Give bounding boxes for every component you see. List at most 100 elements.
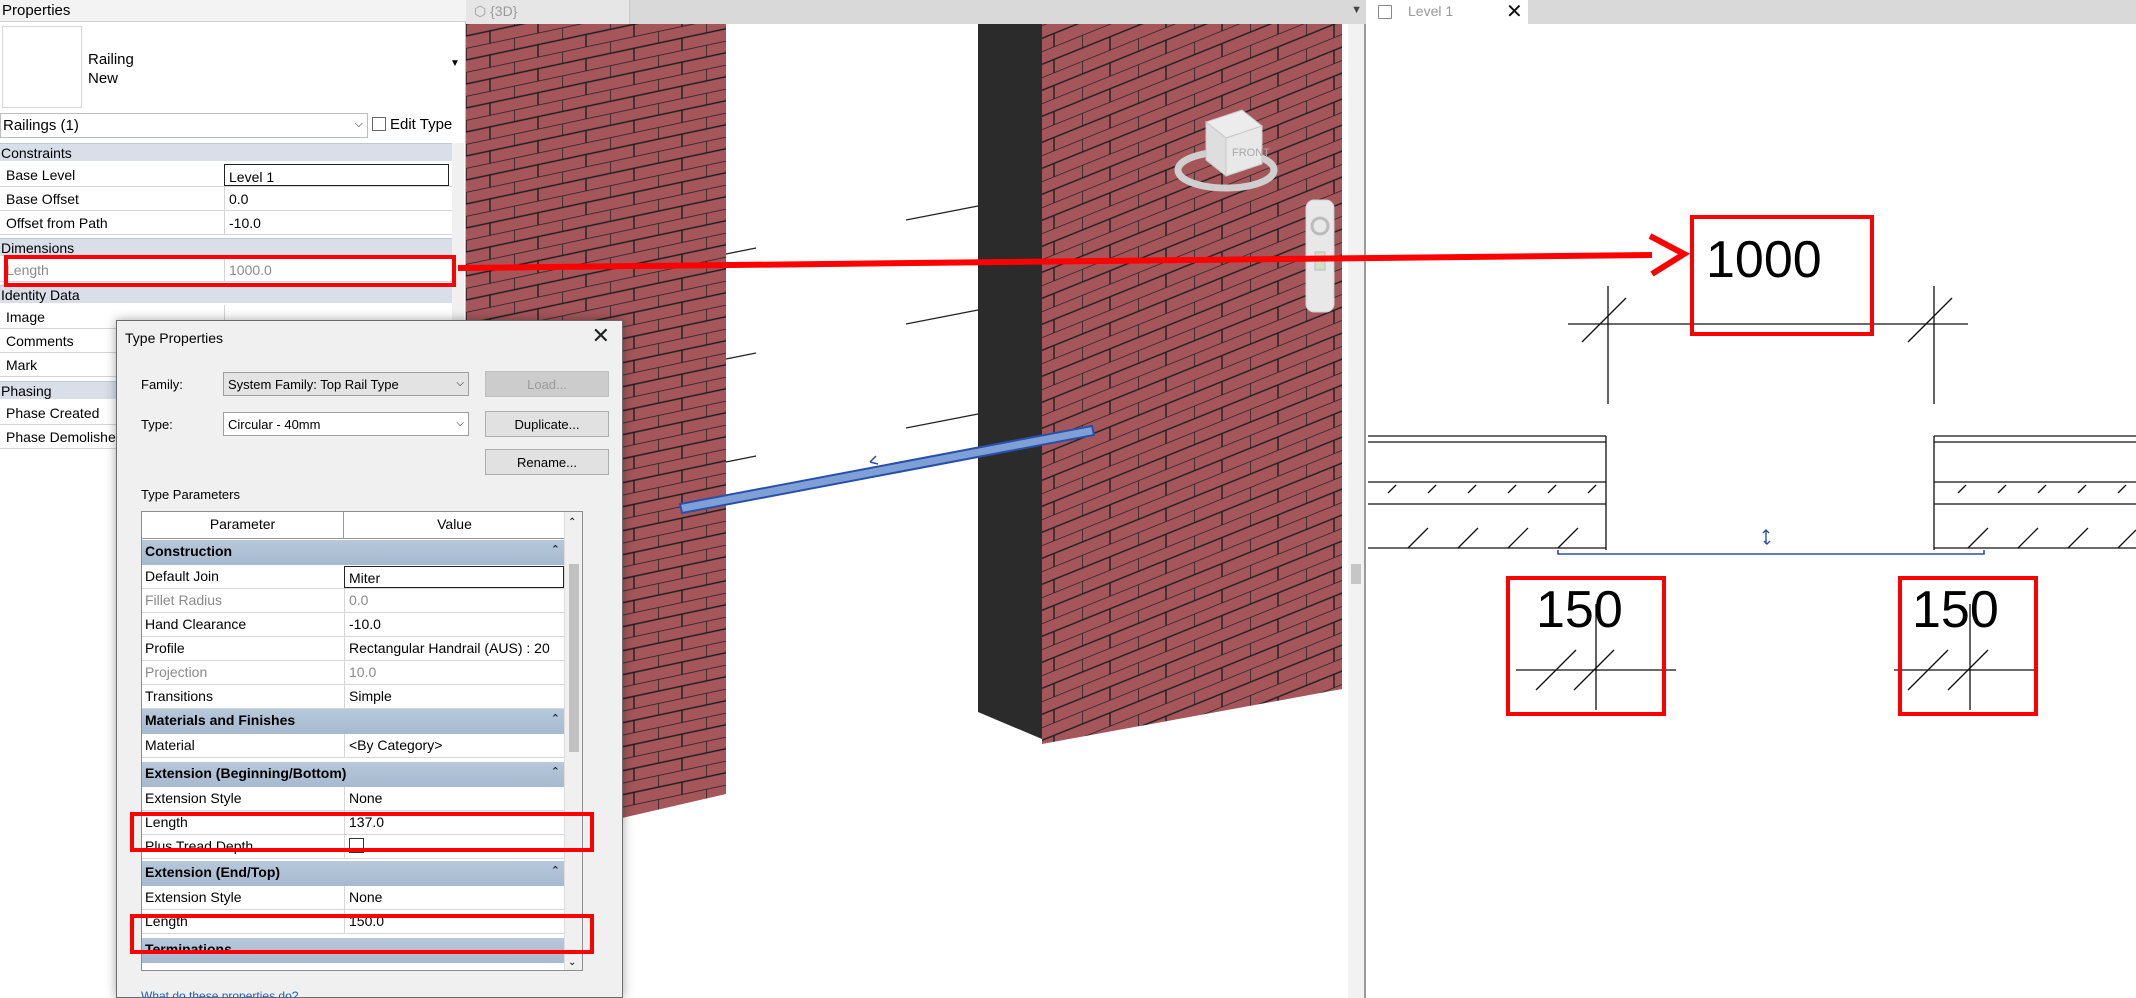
param-name: Profile [145, 640, 185, 656]
tab-level-1[interactable]: Level 1 ✕ [1368, 0, 1528, 24]
type-selector[interactable]: Railing New [88, 50, 134, 88]
edit-type-button[interactable]: Edit Type [372, 113, 466, 138]
row-extension-style-begin[interactable]: Extension Style None [142, 787, 582, 811]
tab-level-1-label: Level 1 [1408, 3, 1454, 19]
row-projection: Projection 10.0 [142, 661, 582, 685]
type-dropdown[interactable]: Circular - 40mm ⌵ [223, 412, 469, 436]
section-label: Phasing [1, 383, 52, 399]
param-name: Default Join [145, 568, 219, 584]
duplicate-button[interactable]: Duplicate... [485, 411, 609, 437]
param-name: Extension Style [145, 889, 242, 905]
section-label: Materials and Finishes [145, 712, 296, 728]
dim-text-1000: 1000 [1706, 231, 1822, 289]
section-label: Extension (End/Top) [145, 864, 281, 880]
param-value[interactable]: Rectangular Handrail (AUS) : 20 [344, 637, 566, 661]
help-link[interactable]: What do these properties do? [141, 989, 298, 998]
type-dropdown-icon[interactable]: ▼ [450, 58, 460, 69]
wall-dark-side [978, 24, 1042, 739]
param-value[interactable]: Level 1 [224, 164, 449, 186]
type-family-name: Railing [88, 51, 134, 68]
collapse-icon: ⌃ [550, 766, 560, 778]
param-value[interactable]: -10.0 [344, 613, 566, 637]
row-extension-style-end[interactable]: Extension Style None [142, 886, 582, 910]
param-name: Image [6, 309, 45, 325]
instance-filter-label: Railings (1) [3, 117, 79, 134]
row-offset-from-path[interactable]: Offset from Path -10.0 [0, 211, 452, 235]
section-identity-data[interactable]: Identity Data⌃ [0, 285, 464, 303]
load-button[interactable]: Load... [485, 371, 609, 397]
collapse-icon: ⌃ [550, 865, 560, 877]
row-base-level[interactable]: Base Level Level 1 [0, 163, 452, 187]
properties-title: Properties [0, 0, 466, 22]
row-fillet-radius: Fillet Radius 0.0 [142, 589, 582, 613]
param-value[interactable]: Miter [344, 566, 564, 588]
view-list-dropdown-icon[interactable]: ▼ [1351, 4, 1362, 16]
row-default-join[interactable]: Default Join Miter [142, 565, 582, 589]
grid-scrollbar[interactable]: ⌃ ⌄ [564, 512, 582, 970]
row-material[interactable]: Material <By Category> [142, 734, 582, 758]
view-level-1[interactable]: Level 1 ✕ [1368, 0, 2136, 998]
scroll-down-icon[interactable]: ⌄ [568, 957, 576, 968]
family-label: Family: [141, 377, 183, 392]
scroll-thumb[interactable] [1351, 564, 1361, 584]
dim-text-150-right: 150 [1912, 581, 1999, 639]
type-value: Circular - 40mm [228, 417, 321, 432]
scroll-thumb[interactable] [569, 564, 579, 752]
section-label: Construction [145, 543, 233, 559]
param-value[interactable]: 0.0 [224, 187, 452, 211]
row-hand-clearance[interactable]: Hand Clearance -10.0 [142, 613, 582, 637]
highlight-length-end [130, 914, 594, 954]
param-name: Comments [6, 333, 74, 349]
section-constraints[interactable]: Constraints⌃ [0, 143, 464, 161]
highlight-length [4, 255, 456, 287]
section-label: Extension (Beginning/Bottom) [145, 765, 347, 781]
section-label: Identity Data [1, 287, 80, 303]
section-materials[interactable]: Materials and Finishes ⌃ [142, 709, 582, 734]
param-value[interactable]: <By Category> [344, 734, 566, 758]
param-name: Material [145, 737, 195, 753]
param-name: Mark [6, 357, 38, 373]
param-name: Phase Created [6, 405, 100, 421]
param-value[interactable]: -10.0 [224, 211, 452, 235]
close-icon[interactable]: ✕ [1506, 0, 1523, 24]
dialog-title: Type Properties [125, 330, 224, 346]
instance-filter-dropdown[interactable]: Railings (1) ⌵ [0, 113, 368, 138]
param-value[interactable]: None [344, 886, 566, 910]
edit-type-label: Edit Type [390, 116, 453, 133]
section-extension-begin[interactable]: Extension (Beginning/Bottom) ⌃ [142, 762, 582, 787]
tab-3d[interactable]: ⬡ {3D} [466, 0, 630, 24]
revit-window: Properties Railing New ▼ Railings (1) ⌵ … [0, 0, 2136, 998]
row-profile[interactable]: Profile Rectangular Handrail (AUS) : 20 [142, 637, 582, 661]
railing-plan-line [1557, 550, 1985, 555]
param-value[interactable]: None [344, 787, 566, 811]
rename-button[interactable]: Rename... [485, 449, 609, 475]
brick-wall-right [1042, 24, 1342, 744]
plan-canvas[interactable] [1368, 24, 2136, 998]
type-properties-dialog: Type Properties ✕ Family: System Family:… [116, 320, 623, 998]
family-value: System Family: Top Rail Type [228, 377, 399, 392]
floor-plan-icon [1378, 5, 1392, 19]
type-parameters-label: Type Parameters [141, 487, 240, 502]
row-base-offset[interactable]: Base Offset 0.0 [0, 187, 452, 211]
family-dropdown[interactable]: System Family: Top Rail Type ⌵ [223, 372, 469, 396]
scroll-up-icon[interactable]: ⌃ [568, 517, 576, 528]
section-extension-end[interactable]: Extension (End/Top) ⌃ [142, 861, 582, 886]
param-name: Hand Clearance [145, 616, 247, 632]
param-name: Transitions [145, 688, 213, 704]
close-icon[interactable]: ✕ [592, 323, 610, 349]
section-label: Dimensions [1, 240, 75, 256]
section-dimensions[interactable]: Dimensions⌃ [0, 238, 464, 256]
chevron-down-icon: ⌵ [456, 418, 464, 429]
cube-icon: ⬡ [474, 3, 491, 19]
param-name: Offset from Path [6, 215, 108, 231]
col-value-header[interactable]: Value [344, 512, 566, 539]
param-name: Phase Demolished [6, 429, 124, 445]
col-parameter-header[interactable]: Parameter [142, 512, 344, 539]
param-value[interactable]: Simple [344, 685, 566, 709]
row-transitions[interactable]: Transitions Simple [142, 685, 582, 709]
param-value: 10.0 [344, 661, 566, 685]
view-3d-scrollbar[interactable] [1348, 24, 1364, 998]
navigation-bar [1305, 199, 1335, 313]
view-3d-tab-bar: ⬡ {3D} ▼ [466, 0, 1366, 24]
section-construction[interactable]: Construction ⌃ [142, 540, 582, 565]
